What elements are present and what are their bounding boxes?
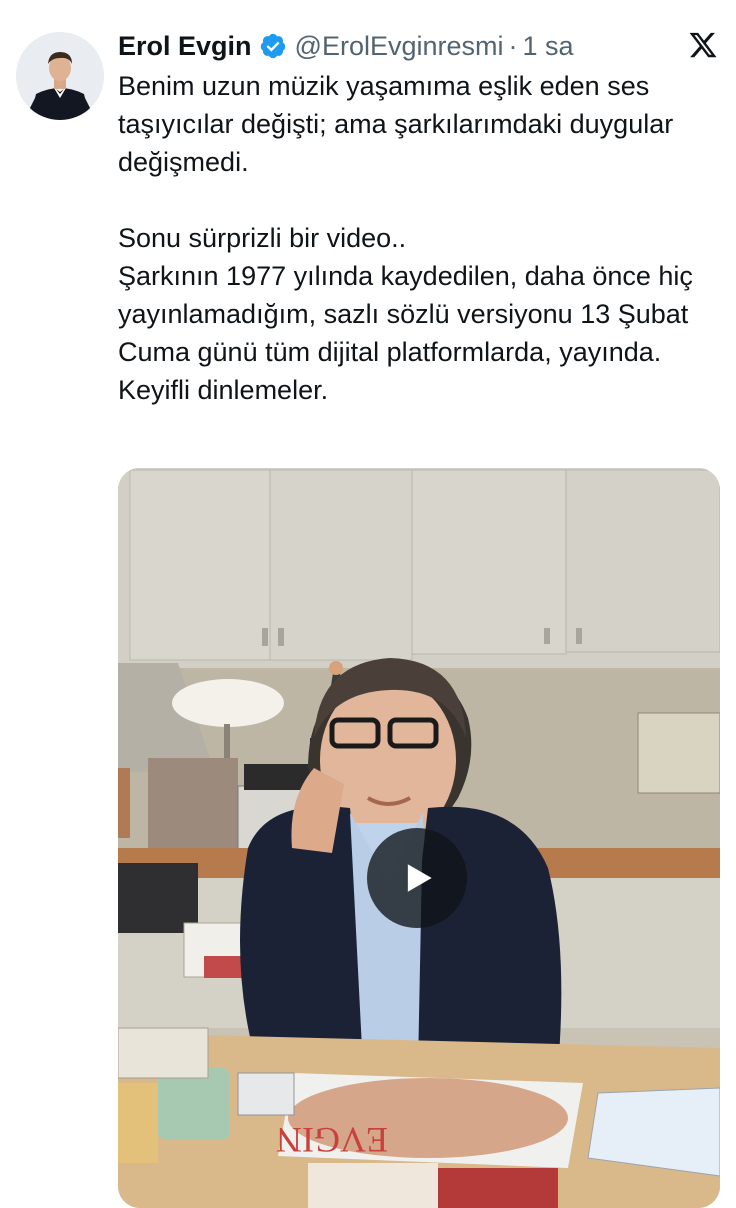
author-avatar[interactable]: [16, 32, 104, 120]
x-logo-icon[interactable]: [688, 30, 718, 60]
author-handle[interactable]: @ErolEvginresmi: [295, 31, 504, 62]
video-player[interactable]: EVGIN: [118, 468, 720, 1208]
tweet-timestamp[interactable]: 1 sa: [523, 31, 574, 62]
author-name[interactable]: Erol Evgin: [118, 31, 252, 62]
play-icon: [407, 864, 432, 892]
header-separator: ·: [508, 30, 518, 61]
tweet-header: Erol Evgin @ErolEvginresmi · 1 sa: [118, 26, 676, 66]
album-cover-text: EVGIN: [276, 1120, 388, 1160]
tweet-text: Benim uzun müzik yaşamıma eşlik eden ses…: [118, 71, 693, 405]
play-button[interactable]: [367, 828, 467, 928]
verified-badge-icon: [259, 32, 287, 60]
